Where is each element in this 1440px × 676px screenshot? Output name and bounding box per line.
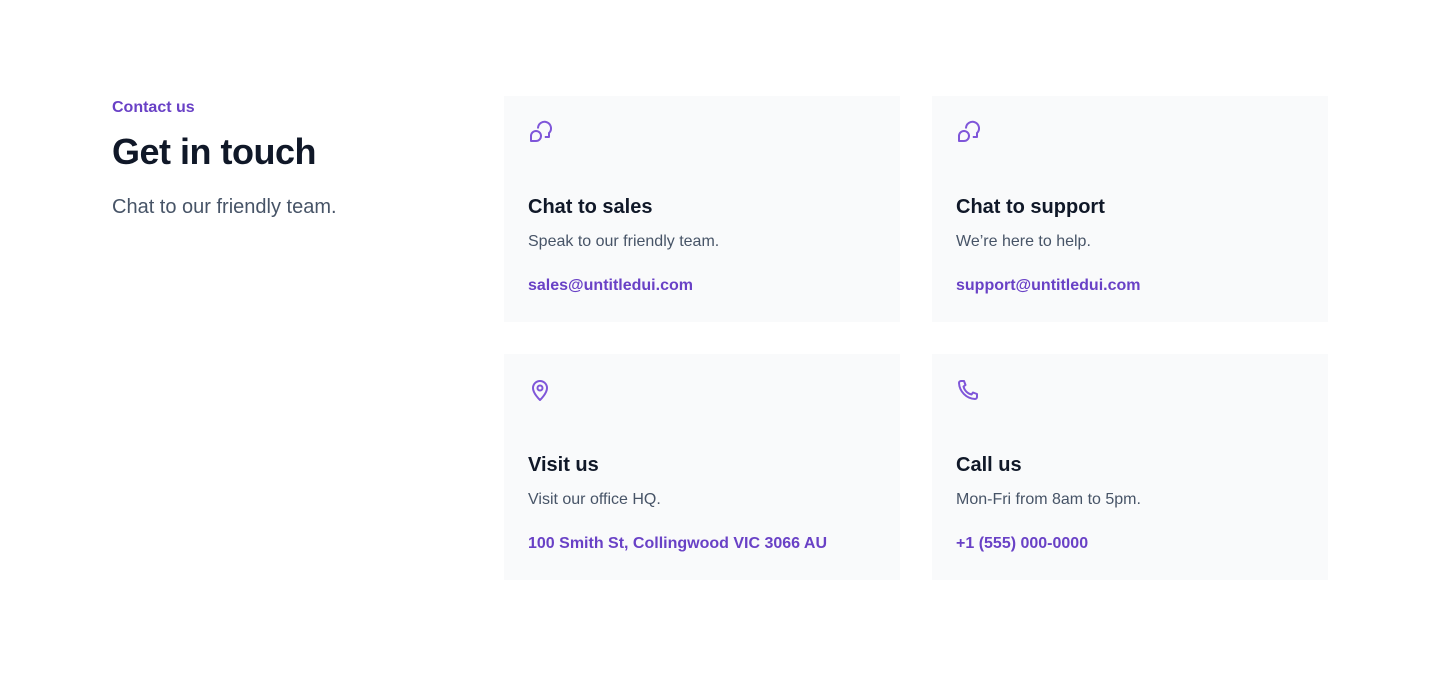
sales-email-link[interactable]: sales@untitledui.com [528, 274, 876, 298]
phone-icon [958, 380, 978, 400]
page-subtitle: Chat to our friendly team. [112, 196, 337, 218]
card-title: Call us [956, 454, 1022, 476]
eyebrow: Contact us [112, 99, 195, 116]
card-title: Visit us [528, 454, 599, 476]
card-visit-us: Visit us Visit our office HQ. 100 Smith … [504, 354, 900, 580]
page-title: Get in touch [112, 131, 317, 172]
message-chat-icon [958, 120, 980, 142]
card-chat-support: Chat to support We’re here to help. supp… [932, 96, 1328, 322]
contact-header: Contact us Get in touch Chat to our frie… [112, 98, 472, 222]
card-title: Chat to sales [528, 196, 653, 218]
card-description: Speak to our friendly team. [528, 233, 720, 250]
map-pin-icon [532, 380, 548, 401]
support-email-link[interactable]: support@untitledui.com [956, 274, 1304, 298]
card-description: Mon-Fri from 8am to 5pm. [956, 491, 1141, 508]
message-chat-icon [530, 120, 552, 142]
card-call-us: Call us Mon-Fri from 8am to 5pm. +1 (555… [932, 354, 1328, 580]
card-description: Visit our office HQ. [528, 491, 661, 508]
address-link[interactable]: 100 Smith St, Collingwood VIC 3066 AU [528, 532, 876, 556]
card-chat-sales: Chat to sales Speak to our friendly team… [504, 96, 900, 322]
card-description: We’re here to help. [956, 233, 1091, 250]
phone-link[interactable]: +1 (555) 000-0000 [956, 532, 1304, 556]
card-title: Chat to support [956, 196, 1105, 218]
